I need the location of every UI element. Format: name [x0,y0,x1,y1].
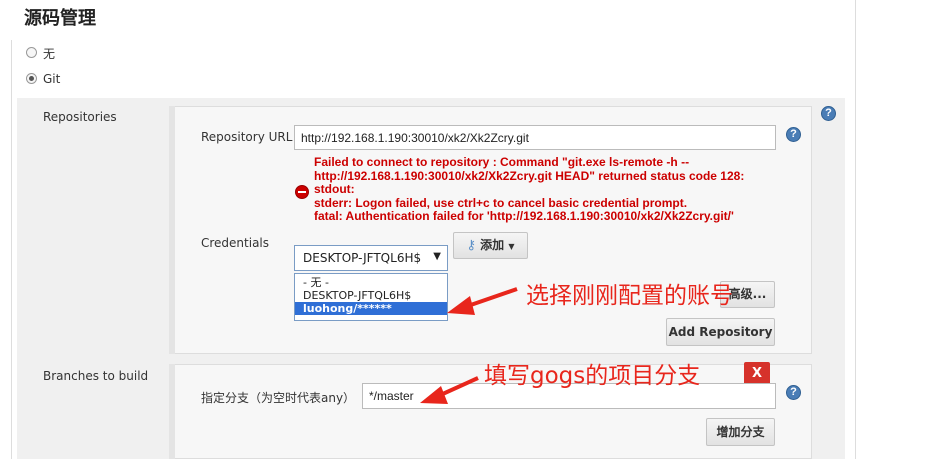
radio-git[interactable] [26,73,37,84]
error-line: http://192.168.1.190:30010/xk2/Xk2Zcry.g… [314,168,745,183]
error-icon [295,185,309,199]
right-divider [855,0,856,459]
branch-annotation: 填写gogs的项目分支 [484,363,701,389]
add-credentials-label: 添加 [480,238,505,252]
key-icon: ⚷ [466,238,476,253]
repository-url-label: Repository URL [201,130,293,144]
section-title: 源码管理 [24,8,96,29]
dropdown-option[interactable]: DESKTOP-JFTQL6H$ [295,289,447,302]
dropdown-option[interactable]: - 无 - [295,276,447,289]
help-icon[interactable]: ? [786,385,801,400]
add-credentials-button[interactable]: ⚷ 添加 ▼ [453,232,528,259]
credentials-label: Credentials [201,236,270,250]
branch-panel-bar [169,364,175,459]
credentials-dropdown[interactable]: - 无 - DESKTOP-JFTQL6H$ luohong/****** [294,273,448,321]
chevron-down-icon: ▼ [433,251,441,262]
error-line: Failed to connect to repository : Comman… [314,155,690,169]
left-divider [11,40,12,459]
error-message: Failed to connect to repository : Comman… [314,155,745,224]
credentials-annotation: 选择刚刚配置的账号 [526,283,733,309]
add-repository-button[interactable]: Add Repository [666,318,775,346]
add-branch-button[interactable]: 增加分支 [706,418,775,446]
repository-url-input[interactable] [294,125,776,150]
radio-none[interactable] [26,47,37,58]
branch-specifier-label: 指定分支（为空时代表any） [201,391,356,405]
repositories-label: Repositories [43,110,117,124]
dropdown-option-selected[interactable]: luohong/****** [295,302,447,315]
credentials-selected-value: DESKTOP-JFTQL6H$ [303,251,422,265]
credentials-select[interactable]: DESKTOP-JFTQL6H$ ▼ [294,245,448,271]
chevron-down-icon: ▼ [508,242,515,251]
error-line: fatal: Authentication failed for 'http:/… [314,209,734,223]
error-line: stderr: Logon failed, use ctrl+c to canc… [314,195,688,210]
help-icon[interactable]: ? [821,106,836,121]
error-line: stdout: [314,182,355,196]
repository-panel-bar [169,106,175,354]
radio-none-label: 无 [43,47,56,61]
branches-label: Branches to build [43,369,149,383]
help-icon[interactable]: ? [786,127,801,142]
radio-git-label: Git [43,72,61,86]
